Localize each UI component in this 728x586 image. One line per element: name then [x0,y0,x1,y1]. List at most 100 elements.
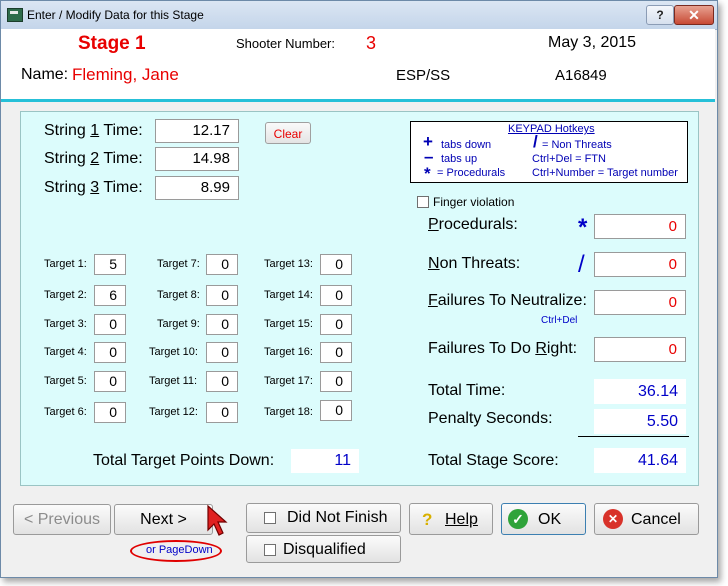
penalty-seconds-value: 5.50 [594,409,686,434]
target-9-input[interactable]: 0 [206,314,238,335]
target-8-input[interactable]: 0 [206,285,238,306]
ok-label: OK [538,511,562,528]
target-15-input[interactable]: 0 [320,314,352,335]
target-label: Target 10: [149,346,198,358]
check-icon: ✓ [508,509,528,529]
target-4-input[interactable]: 0 [94,342,126,363]
total-stage-score-label: Total Stage Score: [428,452,559,469]
target-label: Target 3: [44,318,87,330]
target-3-input[interactable]: 0 [94,314,126,335]
hotkey-plus-desc: tabs down [441,139,492,151]
disqualified-checkbox[interactable] [264,544,276,556]
header-divider [1,99,715,102]
next-button[interactable]: Next > [114,504,213,535]
hotkeys-title: KEYPAD Hotkeys [508,123,595,135]
string-3-time-input[interactable]: 8.99 [155,176,239,200]
target-label: Target 4: [44,346,87,358]
target-16-input[interactable]: 0 [320,342,352,363]
target-label: Target 17: [264,375,313,387]
did-not-finish-label: Did Not Finish [287,509,388,526]
target-12-input[interactable]: 0 [206,402,238,423]
cancel-button[interactable]: ✕ Cancel [594,503,699,535]
target-14-input[interactable]: 0 [320,285,352,306]
help-titlebar-button[interactable]: ? [646,5,674,25]
hotkey-slash-desc: = Non Threats [542,139,612,151]
help-button[interactable]: ? Help [409,503,493,535]
target-17-input[interactable]: 0 [320,371,352,392]
slash-icon: / [578,251,585,278]
string-3-label: String 3 Time: [44,179,143,196]
help-label: Help [445,511,478,528]
cancel-label: Cancel [631,511,681,528]
hotkey-star-desc: = Procedurals [437,167,506,179]
shooter-name: Fleming, Jane [72,65,179,84]
close-button[interactable]: ✕ [674,5,714,25]
ftn-hotkey-hint: Ctrl+Del [541,315,578,326]
target-1-input[interactable]: 5 [94,254,126,275]
target-2-input[interactable]: 6 [94,285,126,306]
total-target-points-value: 11 [291,449,359,473]
cancel-icon: ✕ [603,509,623,529]
hotkey-ctrl-del: Ctrl+Del = FTN [532,153,606,165]
window-title: Enter / Modify Data for this Stage [27,8,204,22]
did-not-finish-toggle[interactable]: Did Not Finish [246,503,401,533]
disqualified-label: Disqualified [283,541,366,558]
target-10-input[interactable]: 0 [206,342,238,363]
previous-button[interactable]: < Previous [13,504,111,535]
target-6-input[interactable]: 0 [94,402,126,423]
ok-button[interactable]: ✓ OK [501,503,586,535]
target-label: Target 18: [264,406,313,418]
target-label: Target 14: [264,289,313,301]
member-id: A16849 [555,67,607,84]
procedurals-input[interactable]: 0 [594,214,686,239]
non-threats-label: Non Threats: [428,255,521,272]
target-label: Target 6: [44,406,87,418]
stage-number: Stage 1 [78,33,146,54]
target-label: Target 2: [44,289,87,301]
target-7-input[interactable]: 0 [206,254,238,275]
app-icon [7,8,23,22]
sum-divider [578,436,689,437]
finger-violation-checkbox[interactable] [417,196,429,208]
target-label: Target 16: [264,346,313,358]
target-label: Target 1: [44,258,87,270]
target-11-input[interactable]: 0 [206,371,238,392]
failures-to-neutralize-label: Failures To Neutralize: [428,292,587,309]
target-label: Target 8: [157,289,200,301]
total-time-value: 36.14 [594,379,686,404]
string-1-label: String 1 Time: [44,122,143,139]
target-label: Target 15: [264,318,313,330]
star-icon: * [578,214,588,241]
title-bar: Enter / Modify Data for this Stage ? ✕ [1,1,717,30]
procedurals-label: Procedurals: [428,216,518,233]
penalty-seconds-label: Penalty Seconds: [428,410,553,427]
clear-button[interactable]: Clear [265,122,311,144]
target-label: Target 9: [157,318,200,330]
keypad-hotkeys-legend: KEYPAD Hotkeys + tabs down – tabs up * =… [410,121,688,183]
name-label: Name: [21,66,69,83]
shooter-number-label: Shooter Number: [236,36,335,51]
total-target-points-label: Total Target Points Down: [93,452,275,469]
failures-to-do-right-input[interactable]: 0 [594,337,686,362]
string-2-time-input[interactable]: 14.98 [155,147,239,171]
target-label: Target 7: [157,258,200,270]
target-13-input[interactable]: 0 [320,254,352,275]
hotkey-ctrl-number: Ctrl+Number = Target number [532,167,678,179]
total-stage-score-value: 41.64 [594,448,686,473]
shooter-number: 3 [366,33,377,53]
match-date: May 3, 2015 [548,34,637,51]
target-5-input[interactable]: 0 [94,371,126,392]
target-label: Target 11: [149,375,198,387]
disqualified-toggle[interactable]: Disqualified [246,535,401,563]
target-18-input[interactable]: 0 [320,400,352,421]
failures-to-neutralize-input[interactable]: 0 [594,290,686,315]
failures-to-do-right-label: Failures To Do Right: [428,340,578,357]
target-label: Target 12: [149,406,198,418]
string-1-time-input[interactable]: 12.17 [155,119,239,143]
help-icon: ? [422,510,433,529]
division-class: ESP/SS [396,67,451,84]
non-threats-input[interactable]: 0 [594,252,686,277]
did-not-finish-checkbox[interactable] [264,512,276,524]
mouse-cursor-icon [207,504,228,536]
star-icon: * [424,164,431,183]
